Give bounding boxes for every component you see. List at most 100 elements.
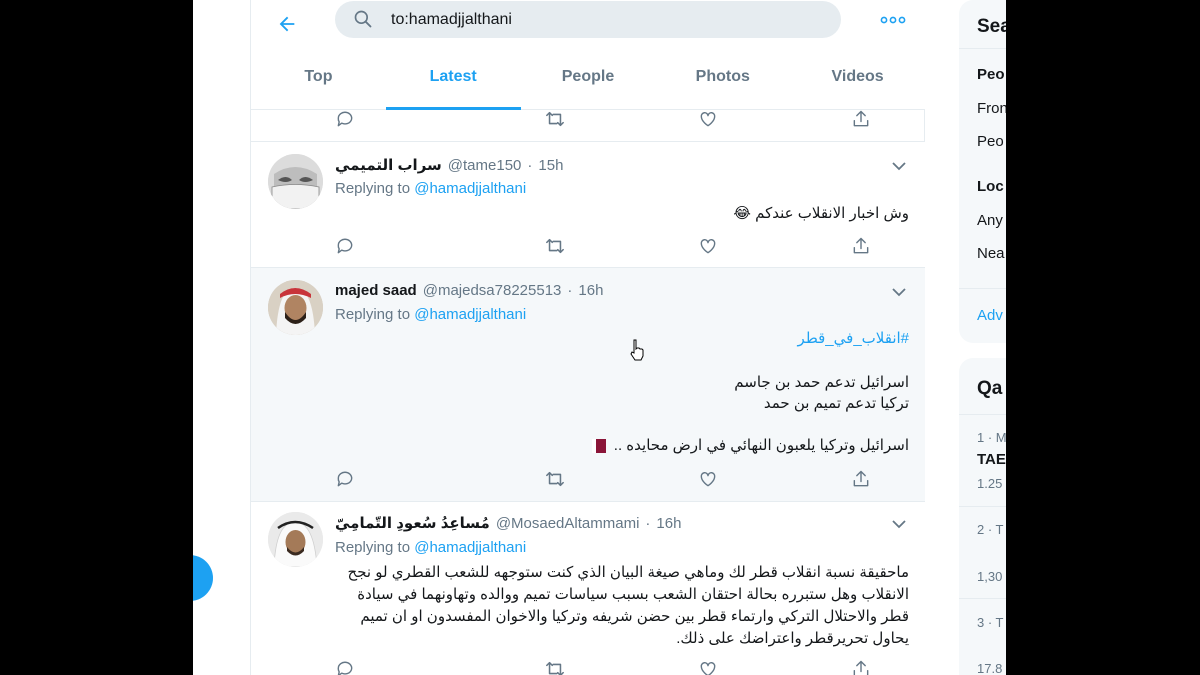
trend-1-rank: 1 · M (977, 430, 1006, 445)
avatar-portrait-image (268, 280, 323, 335)
tweet-menu-button[interactable] (887, 512, 911, 536)
trend-3-count: 17.8 (977, 661, 1003, 675)
location-filter-heading: Loc (977, 178, 1004, 195)
tweet-item[interactable]: majed saad @majedsa78225513 · 16h Replyi… (251, 267, 925, 501)
tweet-hashtag: #انقلاب_في_قطر (335, 328, 909, 350)
share-icon (853, 110, 869, 127)
share-icon (853, 470, 869, 487)
trend-1-count: 1.25 (977, 476, 1003, 491)
share-button[interactable] (846, 654, 876, 675)
retweet-button[interactable] (540, 231, 570, 261)
like-button[interactable] (693, 464, 723, 494)
reply-icon (337, 238, 353, 254)
reply-button[interactable] (330, 654, 360, 675)
trend-2-count: 1,30 (977, 569, 1003, 584)
tab-top[interactable]: Top (251, 56, 386, 110)
reply-icon (337, 111, 353, 127)
tab-people[interactable]: People (521, 56, 656, 110)
tweet-item[interactable]: مُساعِدُ سُعودِ التّمامِيّ @MosaedAltamm… (251, 501, 925, 675)
like-button[interactable] (693, 231, 723, 261)
share-icon (853, 660, 869, 675)
reply-button[interactable] (330, 464, 360, 494)
tweet-author-name[interactable]: مُساعِدُ سُعودِ التّمامِيّ (335, 514, 490, 532)
avatar[interactable] (268, 280, 323, 335)
replying-to-label: Replying to (335, 306, 411, 323)
share-button[interactable] (846, 464, 876, 494)
tweet-actions (251, 464, 925, 494)
replying-to-label: Replying to (335, 539, 411, 556)
retweet-icon (546, 238, 564, 254)
tweet-text: ماحقيقة نسبة انقلاب قطر لك وماهي صيغة ال… (335, 562, 909, 650)
replying-to: Replying to @hamadjjalthani (335, 539, 526, 556)
people-you-follow-option[interactable]: Peo (977, 133, 1004, 150)
replying-to-link[interactable]: @hamadjjalthani (414, 180, 526, 197)
heart-icon (700, 472, 716, 487)
more-options-button[interactable] (873, 8, 913, 32)
avatar[interactable] (268, 512, 323, 567)
share-icon (853, 237, 869, 254)
divider (959, 288, 1006, 289)
replying-to-link[interactable]: @hamadjjalthani (414, 306, 526, 323)
tweet-author-name[interactable]: majed saad (335, 282, 417, 299)
share-button[interactable] (846, 231, 876, 261)
search-results-column: Top Latest People Photos Videos (250, 0, 925, 675)
tab-photos[interactable]: Photos (655, 56, 790, 110)
tweet-time[interactable]: 16h (578, 282, 603, 299)
hashtag-link[interactable]: #انقلاب_في_قطر (798, 330, 909, 347)
reply-icon (337, 661, 353, 675)
avatar-sketch-image (268, 154, 323, 209)
tab-latest[interactable]: Latest (385, 56, 521, 110)
laughing-emoji-icon: 😂 (733, 205, 751, 222)
search-filters-title: Sea (977, 16, 1006, 37)
heart-icon (700, 239, 716, 254)
like-button[interactable] (693, 654, 723, 675)
reply-button[interactable] (330, 231, 360, 261)
tweet-header: majed saad @majedsa78225513 · 16h (335, 282, 603, 299)
divider (959, 598, 1006, 599)
search-bar[interactable] (335, 1, 841, 38)
search-tabs: Top Latest People Photos Videos (251, 56, 925, 110)
chevron-down-icon (892, 287, 906, 296)
retweet-button[interactable] (540, 464, 570, 494)
tweet-text-body: وش اخبار الانقلاب عندكم (755, 205, 909, 222)
tweet-text-body: ماحقيقة نسبة انقلاب قطر لك وماهي صيغة ال… (347, 564, 909, 647)
retweet-button[interactable] (540, 654, 570, 675)
tab-videos[interactable]: Videos (790, 56, 925, 110)
tweet-time[interactable]: 15h (538, 157, 563, 174)
retweet-icon (546, 471, 564, 487)
anywhere-option[interactable]: Any (977, 212, 1003, 229)
back-button[interactable] (269, 6, 305, 42)
tweet-author-handle[interactable]: @majedsa78225513 (423, 282, 562, 299)
hand-cursor-icon (630, 339, 644, 361)
arrow-left-icon (279, 16, 295, 32)
near-you-option[interactable]: Nea (977, 245, 1005, 262)
trends-title: Qa (977, 378, 1003, 399)
trend-1-name[interactable]: TAE (977, 451, 1006, 468)
from-anyone-option[interactable]: Fron (977, 100, 1006, 117)
tweet-author-handle[interactable]: @MosaedAltammami (496, 515, 640, 532)
search-input[interactable] (391, 1, 821, 38)
heart-icon (700, 112, 716, 127)
compose-tweet-button[interactable] (193, 555, 213, 601)
tweet-author-handle[interactable]: @tame150 (448, 157, 522, 174)
right-sidebar: Sea Peo Fron Peo Loc Any Nea Adv Qa 1 · … (959, 0, 1006, 675)
retweet-icon (546, 661, 564, 675)
heart-icon (700, 662, 716, 675)
advanced-search-link[interactable]: Adv (977, 307, 1003, 324)
search-icon (354, 10, 372, 28)
tweet-item[interactable]: سراب التميمي @tame150 · 15h Replying to … (251, 141, 925, 267)
tweet-separator: · (645, 515, 651, 532)
tweet-header: سراب التميمي @tame150 · 15h (335, 156, 563, 174)
trend-2-rank: 2 · T (977, 522, 1004, 537)
replying-to-link[interactable]: @hamadjjalthani (414, 539, 526, 556)
avatar[interactable] (268, 154, 323, 209)
tweet-menu-button[interactable] (887, 280, 911, 304)
tweet-header: مُساعِدُ سُعودِ التّمامِيّ @MosaedAltamm… (335, 514, 681, 532)
tweet-time[interactable]: 16h (656, 515, 681, 532)
retweet-icon (546, 111, 564, 127)
tweet-author-name[interactable]: سراب التميمي (335, 156, 442, 174)
trends-card: Qa 1 · M TAE 1.25 2 · T 1,30 3 · T 17.8 (959, 358, 1006, 675)
tweet-text-line: اسرائيل تدعم حمد بن جاسم (335, 372, 909, 394)
divider (959, 48, 1006, 49)
tweet-menu-button[interactable] (887, 154, 911, 178)
